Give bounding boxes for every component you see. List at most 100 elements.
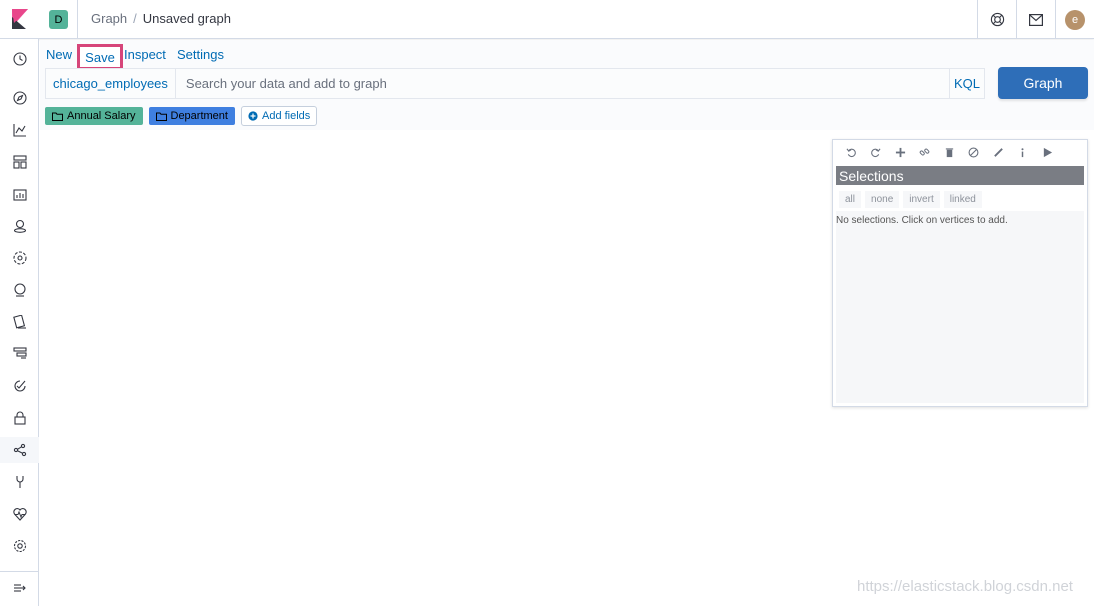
nav-collapse[interactable] bbox=[0, 575, 39, 601]
siem-icon bbox=[13, 411, 26, 425]
nav-dev-tools[interactable] bbox=[0, 469, 39, 495]
visualize-icon bbox=[12, 124, 26, 137]
field-list: Annual Salary Department Add fields bbox=[45, 106, 318, 126]
menu-inspect[interactable]: Inspect bbox=[124, 47, 166, 62]
watermark: https://elasticstack.blog.csdn.net bbox=[857, 578, 1073, 595]
field-label: Department bbox=[170, 110, 228, 122]
selections-body: all none invert linked No selections. Cl… bbox=[836, 187, 1084, 403]
field-pill-annual-salary[interactable]: Annual Salary bbox=[45, 107, 143, 125]
nav-divider bbox=[0, 571, 39, 572]
redo-button[interactable] bbox=[864, 141, 889, 163]
expand-button[interactable] bbox=[888, 141, 913, 163]
menu-save[interactable]: Save bbox=[77, 44, 123, 70]
style-icon bbox=[993, 147, 1003, 157]
kibana-logo[interactable] bbox=[0, 0, 39, 39]
delete-icon bbox=[945, 147, 953, 157]
menu-new[interactable]: New bbox=[46, 47, 72, 62]
nav-dashboard[interactable] bbox=[0, 149, 39, 175]
redo-icon bbox=[871, 147, 881, 157]
apm-icon bbox=[12, 347, 27, 359]
header-divider bbox=[77, 0, 78, 39]
nav-canvas[interactable] bbox=[0, 181, 39, 207]
undo-button[interactable] bbox=[839, 141, 864, 163]
nav-apm[interactable] bbox=[0, 341, 39, 367]
newsfeed-button[interactable] bbox=[1016, 0, 1055, 39]
play-icon bbox=[1043, 147, 1052, 157]
canvas-icon bbox=[12, 189, 27, 201]
help-icon bbox=[990, 12, 1004, 27]
help-button[interactable] bbox=[977, 0, 1016, 39]
menu-settings[interactable]: Settings bbox=[177, 47, 224, 62]
nav-logs[interactable] bbox=[0, 309, 39, 335]
plus-circle-icon bbox=[248, 111, 258, 121]
block-button[interactable] bbox=[962, 141, 987, 163]
graph-icon bbox=[13, 443, 26, 457]
nav-machine-learning[interactable] bbox=[0, 245, 39, 271]
add-fields-button[interactable]: Add fields bbox=[240, 106, 318, 126]
style-button[interactable] bbox=[986, 141, 1011, 163]
nav-graph[interactable] bbox=[0, 437, 39, 463]
nav-monitoring[interactable] bbox=[0, 501, 39, 527]
nav-infrastructure[interactable] bbox=[0, 277, 39, 303]
add-fields-label: Add fields bbox=[261, 110, 311, 122]
nav-uptime[interactable] bbox=[0, 373, 39, 399]
select-none-button[interactable]: none bbox=[865, 190, 900, 208]
empty-selections-message: No selections. Click on vertices to add. bbox=[836, 215, 1008, 226]
dev-tools-icon bbox=[15, 476, 24, 488]
select-all-button[interactable]: all bbox=[839, 190, 862, 208]
logs-icon bbox=[12, 315, 26, 329]
nav-recently-viewed[interactable] bbox=[0, 46, 39, 72]
nav-visualize[interactable] bbox=[0, 117, 39, 143]
info-icon bbox=[1021, 147, 1024, 157]
search-bar: chicago_employees KQL bbox=[45, 68, 985, 99]
breadcrumb-separator: / bbox=[133, 11, 137, 26]
side-navigation bbox=[0, 39, 39, 606]
dashboard-icon bbox=[12, 155, 27, 169]
field-pill-department[interactable]: Department bbox=[148, 107, 235, 125]
query-language-toggle[interactable]: KQL bbox=[949, 69, 984, 98]
nav-management[interactable] bbox=[0, 533, 39, 559]
user-menu-button[interactable]: e bbox=[1055, 0, 1094, 39]
graph-top-bar: New Save Inspect Settings chicago_employ… bbox=[40, 40, 1094, 130]
nav-siem[interactable] bbox=[0, 405, 39, 431]
info-button[interactable] bbox=[1011, 141, 1036, 163]
kibana-logo-icon bbox=[11, 9, 28, 29]
index-pattern-selector[interactable]: chicago_employees bbox=[46, 69, 176, 98]
user-avatar: e bbox=[1065, 9, 1085, 30]
expand-icon bbox=[895, 147, 905, 157]
undo-icon bbox=[846, 147, 856, 157]
selection-actions: all none invert linked bbox=[836, 187, 1084, 211]
uptime-icon bbox=[13, 380, 26, 392]
header-actions: e bbox=[977, 0, 1094, 39]
nav-maps[interactable] bbox=[0, 213, 39, 239]
folder-icon bbox=[52, 112, 63, 121]
newsfeed-icon bbox=[1029, 13, 1043, 26]
block-icon bbox=[968, 147, 979, 157]
management-icon bbox=[13, 539, 26, 553]
monitoring-icon bbox=[12, 508, 27, 521]
maps-icon bbox=[13, 219, 26, 233]
link-icon bbox=[919, 148, 930, 155]
graph-workspace: New Save Inspect Settings chicago_employ… bbox=[40, 40, 1094, 606]
play-button[interactable] bbox=[1035, 141, 1060, 163]
delete-button[interactable] bbox=[937, 141, 962, 163]
folder-icon bbox=[155, 112, 167, 121]
top-header: D Graph / Unsaved graph e bbox=[0, 0, 1094, 39]
space-avatar[interactable]: D bbox=[49, 10, 68, 29]
breadcrumb-current: Unsaved graph bbox=[142, 11, 231, 26]
link-button[interactable] bbox=[913, 141, 938, 163]
select-invert-button[interactable]: invert bbox=[903, 190, 940, 208]
graph-toolbar bbox=[833, 140, 1087, 164]
graph-submit-button[interactable]: Graph bbox=[998, 67, 1088, 99]
field-label: Annual Salary bbox=[67, 110, 136, 122]
recently-viewed-icon bbox=[12, 52, 27, 66]
select-linked-button[interactable]: linked bbox=[943, 190, 982, 208]
discover-icon bbox=[12, 91, 27, 105]
menu-collapse-icon bbox=[13, 584, 26, 592]
breadcrumb-graph[interactable]: Graph bbox=[91, 11, 127, 26]
nav-discover[interactable] bbox=[0, 85, 39, 111]
infrastructure-icon bbox=[13, 283, 26, 297]
selections-title: Selections bbox=[836, 166, 1084, 185]
machine-learning-icon bbox=[12, 251, 27, 265]
search-input[interactable] bbox=[175, 69, 949, 98]
